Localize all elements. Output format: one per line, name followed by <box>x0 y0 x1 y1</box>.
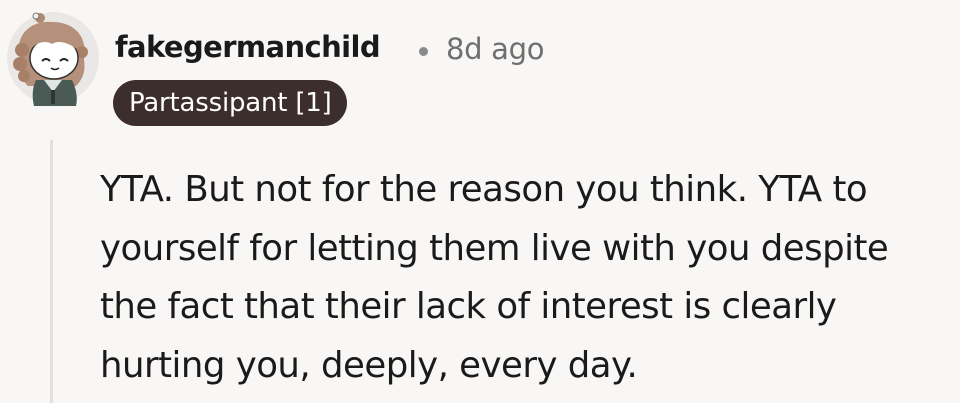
avatar[interactable] <box>6 6 100 110</box>
comment: fakegermanchild 8d ago Partassipant [1] … <box>0 0 960 403</box>
avatar-icon <box>7 12 99 106</box>
comment-body: YTA. But not for the reason you think. Y… <box>100 169 889 386</box>
user-flair: Partassipant [1] <box>113 80 347 126</box>
username[interactable]: fakegermanchild <box>115 30 381 64</box>
thread-line[interactable] <box>50 140 53 403</box>
timestamp[interactable]: 8d ago <box>446 32 545 66</box>
separator-dot <box>419 47 428 56</box>
